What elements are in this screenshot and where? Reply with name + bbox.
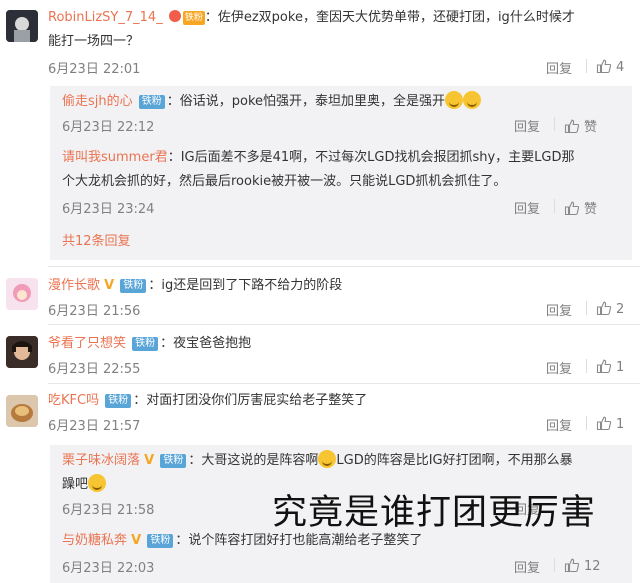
meta-divider <box>586 416 587 430</box>
thumbs-up-icon <box>596 416 612 431</box>
reply-text-line2: 躁吧 <box>62 477 89 492</box>
comment-text: ：对面打团没你们厉害屁实给老子整笑了 <box>133 393 368 408</box>
like-count: 12 <box>584 559 601 574</box>
reply-text-cont: 个大龙机会抓的好，然后最后rookie被开被一波。只能说LGD抓机会抓住了。 <box>62 174 507 189</box>
reply-text: ：大哥这说的是阵容啊 <box>188 453 319 468</box>
like-button[interactable]: 12 <box>564 557 601 574</box>
comment-username[interactable]: 吃KFC吗 <box>48 393 99 408</box>
reply-list: 偷走sjh的心 铁粉 ：俗话说，poke怕强开，泰坦加里奥，全是强开 6月23日 … <box>50 86 632 260</box>
thumbs-up-icon <box>564 201 580 216</box>
avatar[interactable] <box>6 336 38 368</box>
fan-badge: 铁粉 <box>182 11 205 25</box>
reply-time: 6月23日 22:12 <box>62 120 155 135</box>
divider <box>48 324 640 325</box>
divider <box>48 266 640 267</box>
watermark-caption: 究竟是谁打团更厉害 <box>272 493 597 533</box>
avatar-image <box>6 395 38 427</box>
like-button[interactable]: 赞 <box>564 116 597 135</box>
avatar-image <box>6 336 38 368</box>
reply-time: 6月23日 23:24 <box>62 202 155 217</box>
thumbs-up-icon <box>564 119 580 134</box>
thumbs-up-icon <box>596 301 612 316</box>
comment-username[interactable]: 爷看了只想笑 <box>48 336 126 351</box>
reply-text: ：俗话说，poke怕强开，泰坦加里奥，全是强开 <box>166 94 446 109</box>
reply-button[interactable]: 回复 <box>546 415 572 434</box>
reply-username[interactable]: 偷走sjh的心 <box>62 94 133 109</box>
comment-text: ：佐伊ez双poke，奎因天大优势单带，还硬打团，ig什么时候才 <box>204 10 575 25</box>
meta-divider <box>554 117 555 131</box>
emoji-icon <box>445 91 464 109</box>
comment-username[interactable]: RobinLizSY_7_14_ <box>48 10 163 25</box>
meta-divider <box>586 359 587 373</box>
comment-text: ：夜宝爸爸抱抱 <box>160 336 252 351</box>
like-label: 赞 <box>584 120 598 135</box>
meta-divider <box>554 558 555 572</box>
thumbs-up-icon <box>596 359 612 374</box>
reply-text: ：说个阵容打团好打也能高潮给老子整笑了 <box>175 533 423 548</box>
reply-button[interactable]: 回复 <box>514 116 540 135</box>
reply-username[interactable]: 与奶糖私奔 <box>62 533 127 548</box>
v-badge: V <box>104 278 115 293</box>
fan-badge: 铁粉 <box>132 337 159 351</box>
comment-time: 6月23日 21:57 <box>48 419 141 434</box>
fan-badge: 铁粉 <box>105 394 132 408</box>
like-button[interactable]: 1 <box>596 415 624 432</box>
meta-divider <box>554 199 555 213</box>
like-button[interactable]: 1 <box>596 358 624 375</box>
comment-item: RobinLizSY_7_14_ 铁粉 ：佐伊ez双poke，奎因天大优势单带，还… <box>0 0 640 265</box>
v-badge: V <box>144 453 155 468</box>
reply-username[interactable]: 栗子味冰阔落 <box>62 453 140 468</box>
fan-badge: 铁粉 <box>138 95 165 109</box>
avatar-image <box>6 278 38 310</box>
comment-item: 爷看了只想笑 铁粉 ：夜宝爸爸抱抱 6月23日 22:55 回复 1 <box>0 326 640 382</box>
comment-text-cont: 能打一场四一？ <box>48 34 140 49</box>
reply-username[interactable]: 请叫我summer君 <box>62 150 168 165</box>
fan-badge: 铁粉 <box>160 454 187 468</box>
comment-time: 6月23日 22:55 <box>48 362 141 377</box>
meta-divider <box>586 301 587 315</box>
v-badge: V <box>131 533 142 548</box>
reply-text: ：IG后面差不多是41啊，不过每次LGD找机会报团抓shy，主要LGD那 <box>167 150 575 165</box>
badge-icon <box>168 10 181 22</box>
avatar[interactable] <box>6 395 38 427</box>
like-label: 赞 <box>584 202 598 217</box>
reply-button[interactable]: 回复 <box>546 58 572 77</box>
like-count: 1 <box>616 360 625 375</box>
divider <box>48 383 640 384</box>
reply-button[interactable]: 回复 <box>546 358 572 377</box>
emoji-icon <box>88 474 107 492</box>
reply-time: 6月23日 21:58 <box>62 503 155 518</box>
reply-text-cont: LGD的阵容是比IG好打团啊，不用那么暴 <box>336 453 573 468</box>
comment-item: 漫作长歌 V 铁粉 ：ig还是回到了下路不给力的阶段 6月23日 21:56 回复… <box>0 268 640 324</box>
emoji-icon <box>463 91 482 109</box>
like-count: 1 <box>616 417 625 432</box>
reply-button[interactable]: 回复 <box>546 300 572 319</box>
meta-divider <box>586 59 587 73</box>
fan-badge: 铁粉 <box>147 534 174 548</box>
comment-text: ：ig还是回到了下路不给力的阶段 <box>148 278 343 293</box>
comment-time: 6月23日 22:01 <box>48 62 141 77</box>
like-button[interactable]: 4 <box>596 58 624 75</box>
emoji-icon <box>318 450 337 468</box>
avatar[interactable] <box>6 278 38 310</box>
avatar[interactable] <box>6 10 38 42</box>
reply-button[interactable]: 回复 <box>514 557 540 576</box>
like-count: 4 <box>616 60 625 75</box>
comment-time: 6月23日 21:56 <box>48 304 141 319</box>
thumbs-up-icon <box>596 59 612 74</box>
like-button[interactable]: 赞 <box>564 198 597 217</box>
comment-username[interactable]: 漫作长歌 <box>48 278 100 293</box>
more-replies-link[interactable]: 共12条回复 <box>62 234 131 249</box>
avatar-image <box>6 10 38 42</box>
like-count: 2 <box>616 302 625 317</box>
reply-button[interactable]: 回复 <box>514 198 540 217</box>
like-button[interactable]: 2 <box>596 300 624 317</box>
fan-badge: 铁粉 <box>120 279 147 293</box>
reply-time: 6月23日 22:03 <box>62 561 155 576</box>
thumbs-up-icon <box>564 558 580 573</box>
